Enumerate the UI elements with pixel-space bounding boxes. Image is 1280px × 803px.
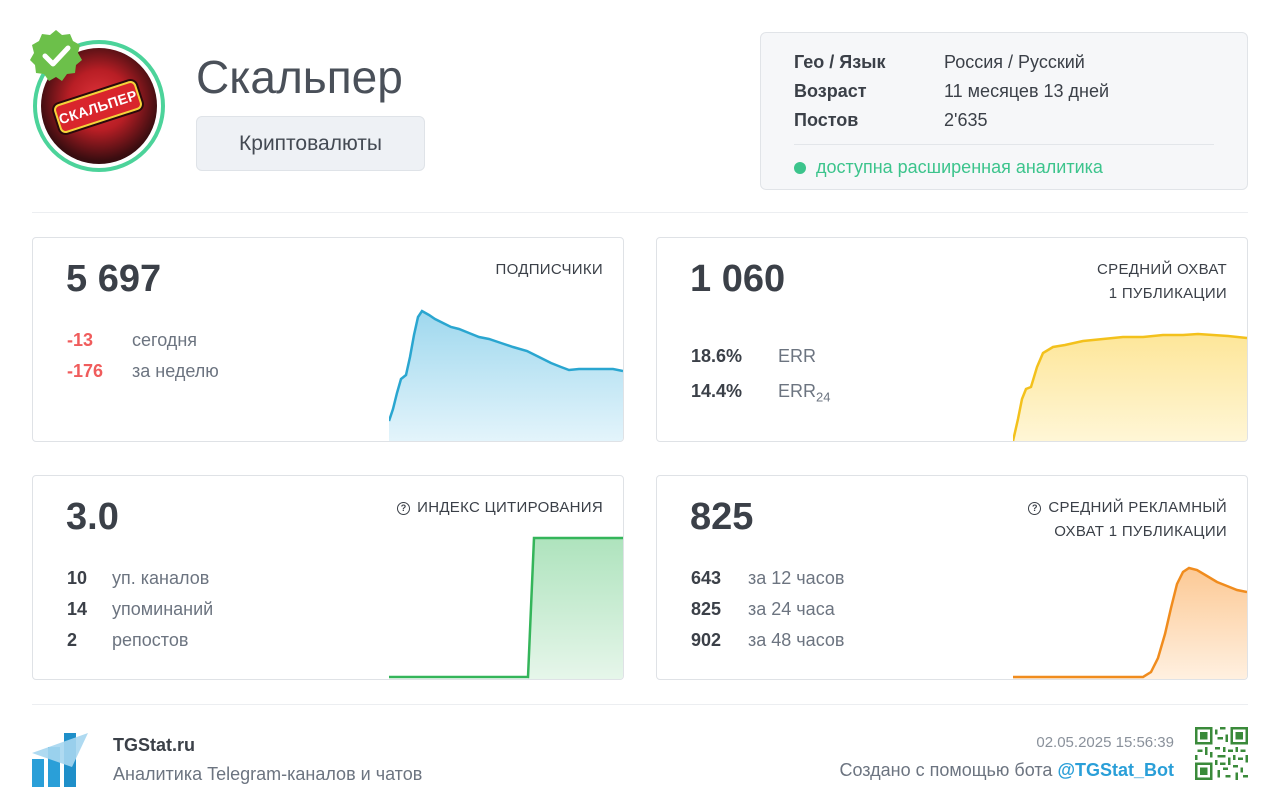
- posts-label: Постов: [794, 110, 859, 130]
- help-circle-icon[interactable]: ?: [397, 502, 411, 515]
- err24-label: ERR24: [778, 381, 830, 405]
- reach-value: 1 060: [690, 258, 786, 300]
- reach-card: 1 060 СРЕДНИЙ ОХВАТ 1 ПУБЛИКАЦИИ 18.6% E…: [656, 237, 1248, 442]
- subscribers-week: -176 за неделю: [67, 361, 219, 382]
- channel-info-box: Гео / Язык Россия / Русский Возраст 11 м…: [760, 32, 1248, 190]
- subscribers-sparkline: [389, 309, 623, 441]
- created-prefix: Создано с помощью бота: [839, 760, 1053, 780]
- brand-tagline: Аналитика Telegram-каналов и чатов: [113, 764, 423, 784]
- h12-value: 643: [691, 568, 722, 588]
- posts-value: 2'635: [944, 110, 988, 130]
- reposts-value: 2: [67, 630, 78, 650]
- citation-card: 3.0 ? ИНДЕКС ЦИТИРОВАНИЯ 10 уп. каналов 1…: [32, 475, 624, 680]
- info-divider: [794, 144, 1214, 145]
- age-label: Возраст: [794, 81, 867, 101]
- ad-reach-sparkline: [1013, 566, 1247, 679]
- today-value: -13: [67, 330, 94, 350]
- ad-reach-label: ? СРЕДНИЙ РЕКЛАМНЫЙ ОХВАТ 1 ПУБЛИКАЦИИ: [1028, 496, 1227, 544]
- err24-value: 14.4%: [691, 381, 743, 401]
- mentions-value: 14: [67, 599, 88, 619]
- subscribers-label: ПОДПИСЧИКИ: [495, 261, 603, 278]
- channel-title: Скальпер: [196, 51, 403, 103]
- reach-label-line1: СРЕДНИЙ ОХВАТ: [1097, 261, 1227, 278]
- week-value: -176: [67, 361, 104, 381]
- ad-reach-card: 825 ? СРЕДНИЙ РЕКЛАМНЫЙ ОХВАТ 1 ПУБЛИКАЦИ…: [656, 475, 1248, 680]
- brand-name[interactable]: TGStat.ru: [113, 735, 195, 756]
- timestamp: 02.05.2025 15:56:39: [1036, 734, 1174, 751]
- today-label: сегодня: [132, 330, 198, 350]
- citation-label-wrap: ? ИНДЕКС ЦИТИРОВАНИЯ: [397, 496, 603, 520]
- ad-reach-24h: 825 за 24 часа: [691, 599, 835, 620]
- avatar-text: СКАЛЬПЕР: [52, 79, 144, 135]
- geo-value: Россия / Русский: [944, 52, 1085, 72]
- citation-label: ИНДЕКС ЦИТИРОВАНИЯ: [417, 499, 603, 516]
- ad-reach-label-line1-text: СРЕДНИЙ РЕКЛАМНЫЙ: [1048, 499, 1227, 516]
- channels-label: уп. каналов: [112, 568, 210, 588]
- analytics-status[interactable]: доступна расширенная аналитика: [794, 157, 1103, 178]
- err-value: 18.6%: [691, 346, 743, 366]
- tgstat-logo-icon[interactable]: [32, 733, 88, 787]
- citation-value: 3.0: [66, 496, 119, 538]
- bot-link[interactable]: @TGStat_Bot: [1057, 760, 1174, 780]
- ad-reach-label-line1: ? СРЕДНИЙ РЕКЛАМНЫЙ: [1028, 496, 1227, 520]
- geo-label: Гео / Язык: [794, 52, 886, 72]
- mentions-label: упоминаний: [112, 599, 214, 619]
- info-row-age: Возраст 11 месяцев 13 дней: [794, 81, 1109, 102]
- err-label: ERR: [778, 346, 817, 366]
- reach-label: СРЕДНИЙ ОХВАТ 1 ПУБЛИКАЦИИ: [1097, 258, 1227, 306]
- info-row-posts: Постов 2'635: [794, 110, 987, 131]
- info-row-geo: Гео / Язык Россия / Русский: [794, 52, 1085, 73]
- err-row: 18.6% ERR: [691, 346, 816, 367]
- ad-reach-value: 825: [690, 496, 754, 538]
- h12-label: за 12 часов: [748, 568, 845, 588]
- created-by: Создано с помощью бота @TGStat_Bot: [839, 760, 1174, 781]
- err24-subscript: 24: [816, 389, 831, 405]
- ad-reach-label-line2: ОХВАТ 1 ПУБЛИКАЦИИ: [1054, 523, 1227, 540]
- subscribers-card: 5 697 ПОДПИСЧИКИ -13 сегодня -176 за нед…: [32, 237, 624, 442]
- reach-label-line2: 1 ПУБЛИКАЦИИ: [1108, 285, 1227, 302]
- ad-reach-48h: 902 за 48 часов: [691, 630, 844, 651]
- status-dot-icon: [794, 161, 806, 174]
- err24-row: 14.4% ERR24: [691, 381, 831, 405]
- qr-code-icon: [1195, 727, 1248, 780]
- reposts-label: репостов: [112, 630, 189, 650]
- h48-value: 902: [691, 630, 722, 650]
- citation-mentions: 14 упоминаний: [67, 599, 213, 620]
- h48-label: за 48 часов: [748, 630, 845, 650]
- err24-label-text: ERR: [778, 381, 817, 401]
- ad-reach-12h: 643 за 12 часов: [691, 568, 844, 589]
- footer-divider: [32, 704, 1248, 705]
- reach-sparkline: [1013, 332, 1247, 441]
- category-chip[interactable]: Криптовалюты: [196, 116, 425, 171]
- channels-value: 10: [67, 568, 88, 588]
- subscribers-value: 5 697: [66, 258, 162, 300]
- header-divider: [32, 212, 1248, 213]
- h24-label: за 24 часа: [748, 599, 835, 619]
- week-label: за неделю: [132, 361, 219, 381]
- citation-sparkline: [389, 536, 623, 679]
- analytics-note-text: доступна расширенная аналитика: [816, 157, 1103, 177]
- h24-value: 825: [691, 599, 722, 619]
- citation-reposts: 2 репостов: [67, 630, 188, 651]
- subscribers-today: -13 сегодня: [67, 330, 197, 351]
- age-value: 11 месяцев 13 дней: [944, 81, 1110, 101]
- verified-badge-icon: [30, 30, 82, 81]
- citation-channels: 10 уп. каналов: [67, 568, 209, 589]
- help-circle-icon[interactable]: ?: [1028, 502, 1042, 515]
